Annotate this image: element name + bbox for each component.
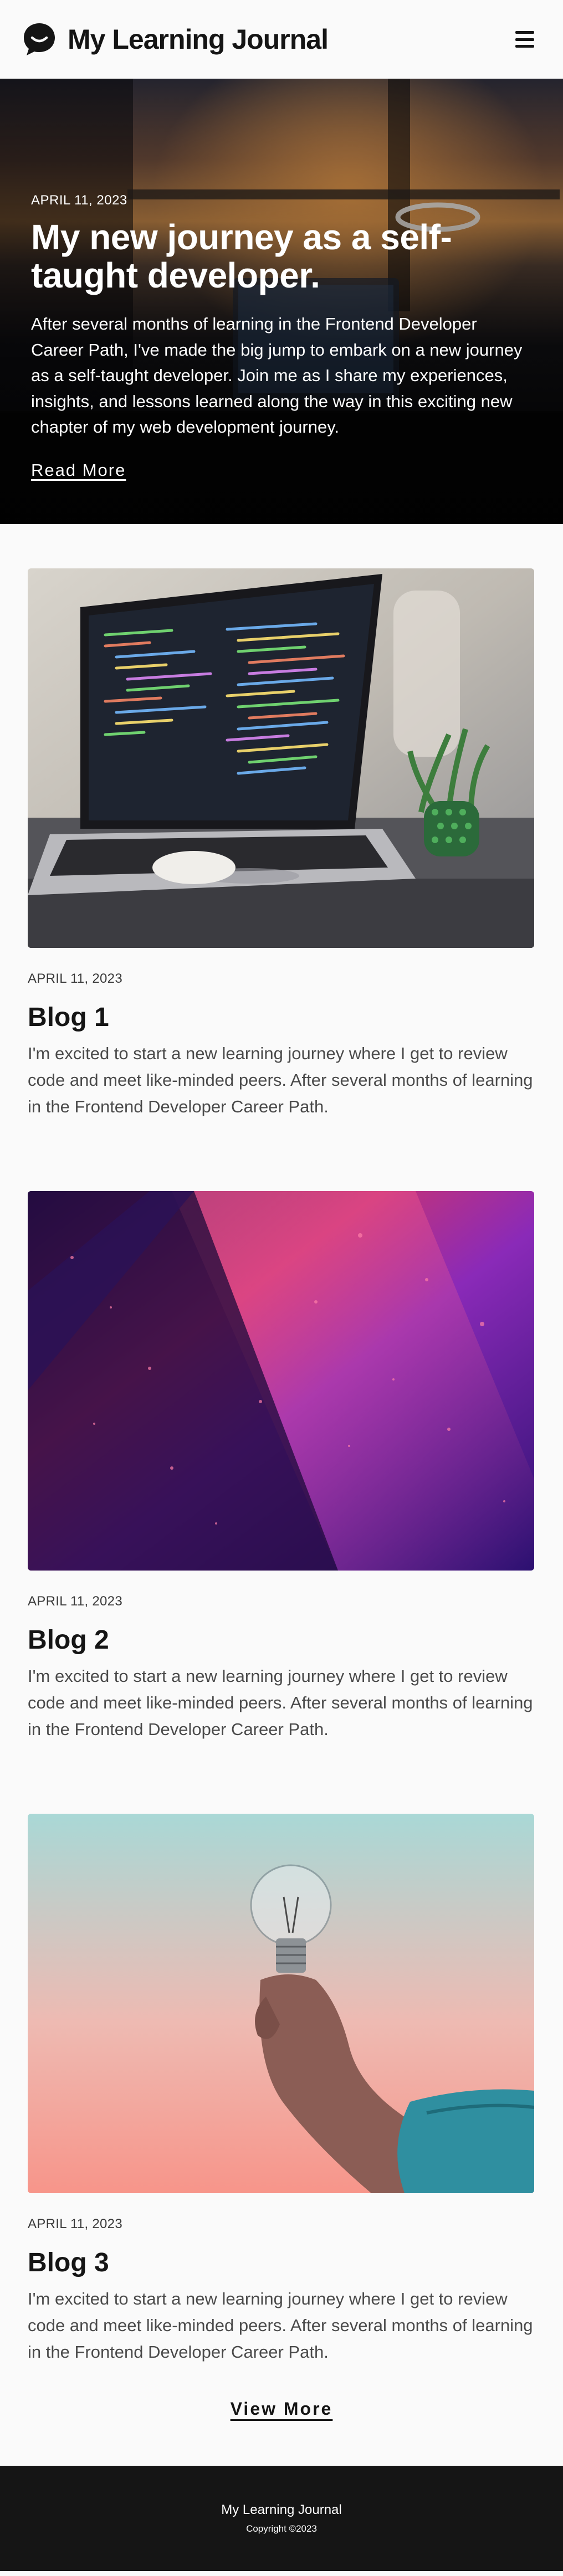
view-more-container: View More (0, 2399, 563, 2466)
post-excerpt: I'm excited to start a new learning jour… (28, 1666, 533, 1739)
post-date: APRIL 11, 2023 (28, 1594, 122, 1609)
post-excerpt: I'm excited to start a new learning jour… (28, 2289, 533, 2362)
hero-description: After several months of learning in the … (31, 314, 523, 437)
blog-post-3[interactable]: APRIL 11, 2023 Blog 3 I'm excited to sta… (28, 1814, 534, 2365)
post-date: APRIL 11, 2023 (28, 2216, 122, 2232)
post-excerpt: I'm excited to start a new learning jour… (28, 1044, 533, 1117)
purple-abstract-image[interactable] (28, 1191, 534, 1571)
post-title[interactable]: Blog 2 (28, 1625, 534, 1655)
post-title[interactable]: Blog 1 (28, 1002, 534, 1033)
post-date: APRIL 11, 2023 (28, 971, 122, 986)
hero-content: APRIL 11, 2023 My new journey as a self-… (31, 193, 530, 480)
hero-title: My new journey as a self-taught develope… (31, 217, 452, 296)
post-title[interactable]: Blog 3 (28, 2247, 534, 2278)
site-header: My Learning Journal (0, 0, 563, 79)
hamburger-menu-icon[interactable] (515, 31, 534, 48)
brand[interactable]: My Learning Journal (21, 21, 329, 58)
speech-bubble-smile-icon (24, 23, 55, 55)
blog-posts: APRIL 11, 2023 Blog 1 I'm excited to sta… (0, 524, 563, 2365)
laptop-code-image[interactable] (28, 568, 534, 948)
blog-post-1[interactable]: APRIL 11, 2023 Blog 1 I'm excited to sta… (28, 568, 534, 1120)
footer-title: My Learning Journal (221, 2502, 342, 2518)
footer-copyright: Copyright ©2023 (246, 2523, 317, 2534)
hero-section: APRIL 11, 2023 My new journey as a self-… (0, 79, 563, 524)
site-title: My Learning Journal (68, 24, 329, 55)
read-more-link[interactable]: Read More (31, 460, 126, 480)
blog-post-2[interactable]: APRIL 11, 2023 Blog 2 I'm excited to sta… (28, 1191, 534, 1743)
site-footer: My Learning Journal Copyright ©2023 (0, 2466, 563, 2572)
view-more-link[interactable]: View More (231, 2399, 333, 2419)
lightbulb-hand-image[interactable] (28, 1814, 534, 2194)
hero-date: APRIL 11, 2023 (31, 193, 127, 208)
